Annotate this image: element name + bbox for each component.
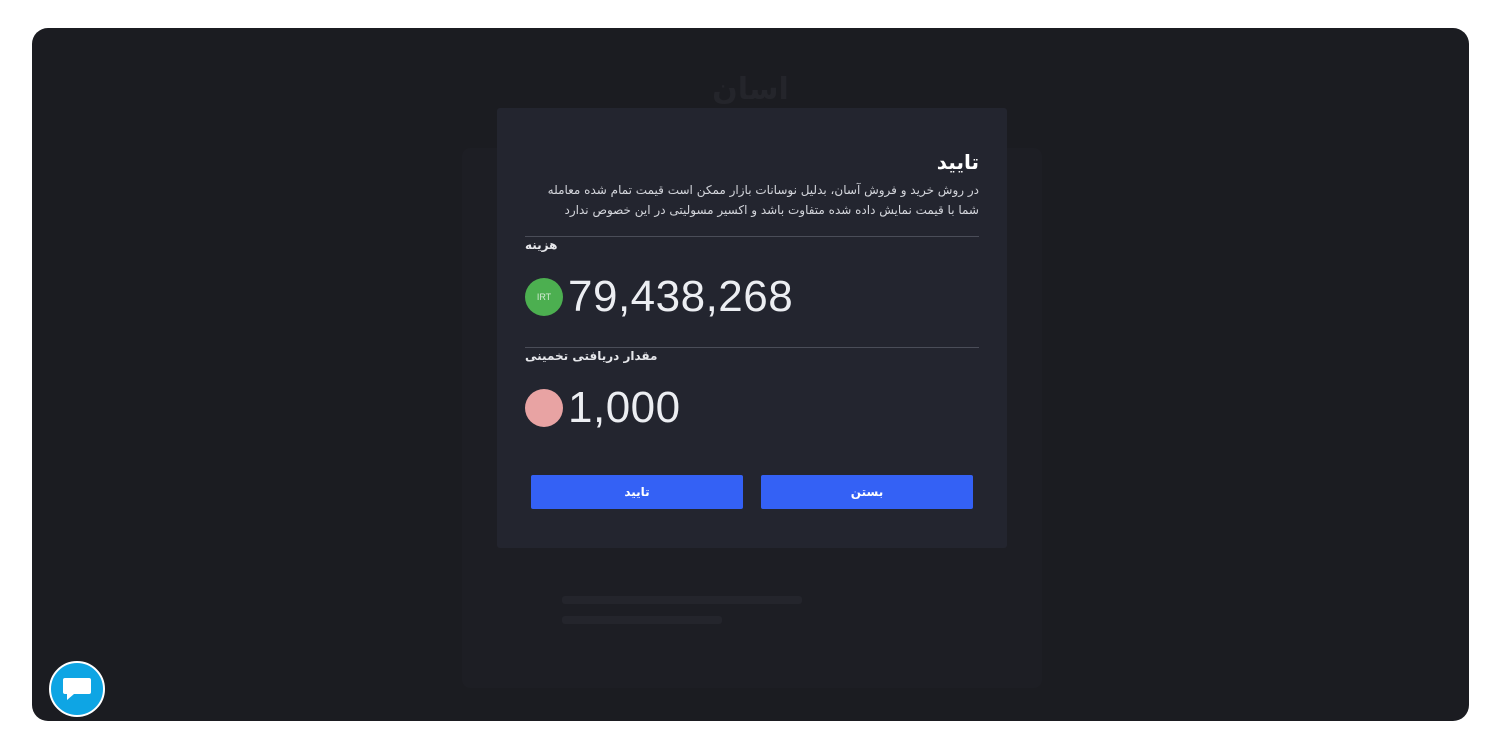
background-text-line — [562, 616, 722, 624]
divider — [525, 236, 979, 237]
irt-coin-icon: IRT — [525, 278, 563, 316]
cost-amount-row: IRT 79,438,268 — [525, 272, 794, 321]
divider — [525, 347, 979, 348]
close-button[interactable]: بستن — [761, 475, 973, 509]
cost-amount: 79,438,268 — [568, 272, 794, 321]
app-frame: اسان تایید در روش خرید و فروش آسان، بدلی… — [32, 28, 1469, 721]
modal-description: در روش خرید و فروش آسان، بدلیل نوسانات ب… — [547, 183, 979, 217]
receive-amount: 1,000 — [568, 383, 681, 432]
background-text-line — [562, 596, 802, 604]
coin-symbol: IRT — [536, 292, 552, 302]
chat-bubble-icon — [63, 678, 91, 700]
confirm-button[interactable]: تایید — [531, 475, 743, 509]
receive-amount-row: 1,000 — [525, 383, 681, 432]
cost-label: هزینه — [525, 238, 558, 252]
crypto-coin-icon — [525, 389, 563, 427]
modal-title: تایید — [936, 150, 979, 174]
background-page-title: اسان — [712, 72, 789, 107]
estimated-receive-label: مقدار دریافتی تخمینی — [525, 349, 658, 363]
confirm-modal: تایید در روش خرید و فروش آسان، بدلیل نوس… — [497, 108, 1007, 548]
chat-button[interactable] — [49, 661, 105, 717]
